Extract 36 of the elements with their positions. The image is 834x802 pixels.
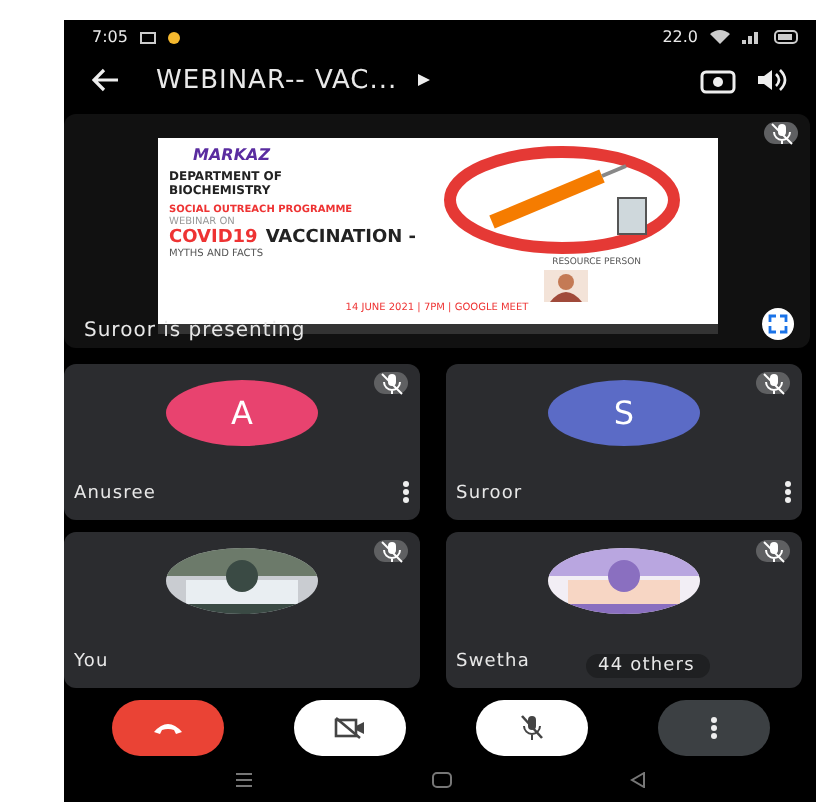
- fullscreen-icon[interactable]: [762, 308, 794, 340]
- others-count[interactable]: 44 others: [586, 654, 711, 678]
- participant-name: Swetha: [456, 652, 530, 672]
- participant-name: Anusree: [74, 484, 157, 504]
- phone-icon: [151, 720, 183, 736]
- network-speed: 22.0: [662, 28, 698, 46]
- back-arrow-icon[interactable]: [92, 68, 120, 92]
- wifi-icon: [710, 30, 730, 44]
- avatar: A: [166, 380, 318, 446]
- signal-icon: [742, 30, 762, 44]
- presenter-caption: Suroor is presenting: [84, 320, 306, 342]
- avatar: S: [548, 380, 700, 446]
- home-icon[interactable]: [431, 772, 452, 788]
- slide-title: VACCINATION -: [265, 228, 417, 249]
- speaker-icon[interactable]: [756, 68, 788, 92]
- hang-up-button[interactable]: [111, 700, 223, 756]
- battery-icon: [774, 30, 800, 44]
- camera-button[interactable]: [293, 700, 405, 756]
- recent-apps-icon[interactable]: [233, 772, 254, 788]
- meeting-title[interactable]: WEBINAR-- VAC...: [156, 65, 398, 95]
- slide-logo: MARKAZ: [193, 146, 271, 164]
- status-time: 7:05: [92, 28, 128, 46]
- more-options-icon: [709, 716, 717, 740]
- switch-camera-icon[interactable]: [700, 66, 736, 94]
- participant-name: You: [74, 652, 109, 672]
- camera-off-icon: [333, 716, 365, 740]
- participant-name: Suroor: [456, 484, 523, 504]
- slide-title: COVID19: [169, 228, 258, 249]
- mic-off-icon: [517, 714, 545, 742]
- more-options-icon[interactable]: [784, 480, 792, 504]
- cast-icon: [139, 31, 156, 43]
- caret-icon[interactable]: [417, 74, 430, 86]
- notification-icon: [167, 31, 180, 43]
- more-options-icon[interactable]: [402, 480, 410, 504]
- back-icon[interactable]: [630, 772, 647, 788]
- microphone-button[interactable]: [475, 700, 587, 756]
